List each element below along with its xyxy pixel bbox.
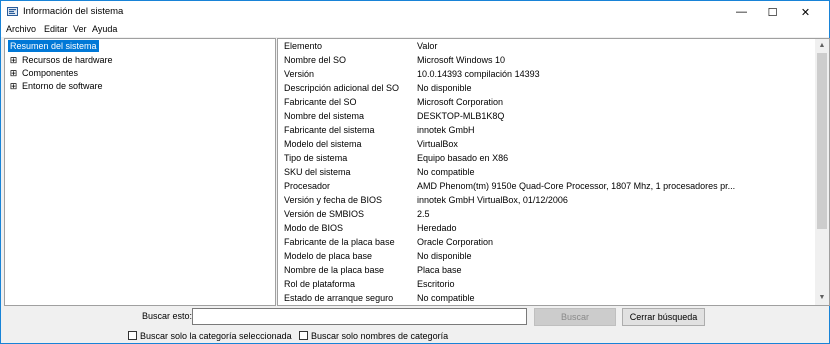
- row-element: Fabricante de la placa base: [284, 237, 395, 247]
- row-element: SKU del sistema: [284, 167, 351, 177]
- row-value: No compatible: [417, 167, 475, 177]
- menu-ayuda[interactable]: Ayuda: [92, 24, 117, 34]
- close-button[interactable]: ✕: [791, 1, 820, 23]
- table-row[interactable]: Estado de arranque seguro No compatible: [278, 291, 813, 305]
- row-value: DESKTOP-MLB1K8Q: [417, 111, 505, 121]
- row-value: AMD Phenom(tm) 9150e Quad-Core Processor…: [417, 181, 736, 191]
- window-title: Información del sistema: [23, 6, 124, 17]
- tree-item-label: Componentes: [22, 68, 79, 78]
- tree-item-label: Entorno de software: [22, 81, 103, 91]
- row-value: innotek GmbH VirtualBox, 01/12/2006: [417, 195, 568, 205]
- search-category-names-checkbox[interactable]: [299, 331, 308, 340]
- maximize-button[interactable]: ☐: [758, 1, 787, 23]
- table-row[interactable]: Rol de plataforma Escritorio: [278, 277, 813, 291]
- row-element: Versión de SMBIOS: [284, 209, 365, 219]
- column-header-value[interactable]: Valor: [417, 41, 437, 51]
- row-element: Fabricante del sistema: [284, 125, 375, 135]
- row-value: Equipo basado en X86: [417, 153, 509, 163]
- close-search-button[interactable]: Cerrar búsqueda: [622, 308, 705, 326]
- minimize-icon: —: [736, 6, 747, 18]
- row-value: Oracle Corporation: [417, 237, 494, 247]
- table-row[interactable]: Procesador AMD Phenom(tm) 9150e Quad-Core…: [278, 179, 813, 193]
- row-element: Nombre del SO: [284, 55, 347, 65]
- table-row[interactable]: Descripción adicional del SO No disponibl…: [278, 81, 813, 95]
- expand-icon[interactable]: ⊞: [9, 67, 18, 79]
- search-input[interactable]: [192, 308, 527, 325]
- checkbox-label: Buscar solo nombres de categoría: [311, 331, 449, 341]
- row-element: Nombre de la placa base: [284, 265, 385, 275]
- table-row[interactable]: Tipo de sistema Equipo basado en X86: [278, 151, 813, 165]
- expand-icon[interactable]: ⊞: [9, 54, 18, 66]
- search-label: Buscar esto:: [142, 311, 193, 321]
- menu-archivo[interactable]: Archivo: [6, 24, 36, 34]
- scroll-thumb[interactable]: [817, 53, 827, 229]
- column-header-element[interactable]: Elemento: [284, 41, 322, 51]
- tree-item-label: Recursos de hardware: [22, 55, 113, 65]
- table-row[interactable]: Fabricante de la placa base Oracle Corpor…: [278, 235, 813, 249]
- row-value: Escritorio: [417, 279, 455, 289]
- checkbox-label: Buscar solo la categoría seleccionada: [140, 331, 292, 341]
- scroll-up-icon[interactable]: ▲: [815, 39, 829, 53]
- maximize-icon: ☐: [767, 6, 778, 19]
- vertical-scrollbar[interactable]: ▲ ▼: [815, 39, 829, 305]
- row-element: Modelo de placa base: [284, 251, 373, 261]
- row-value: 10.0.14393 compilación 14393: [417, 69, 540, 79]
- main-window: Información del sistema — ☐ ✕ Archivo Ed…: [0, 0, 830, 344]
- row-value: No disponible: [417, 251, 472, 261]
- row-element: Rol de plataforma: [284, 279, 356, 289]
- table-row[interactable]: Modelo del sistema VirtualBox: [278, 137, 813, 151]
- table-row[interactable]: Modelo de placa base No disponible: [278, 249, 813, 263]
- row-element: Versión y fecha de BIOS: [284, 195, 383, 205]
- search-selected-category-checkbox[interactable]: [128, 331, 137, 340]
- table-row[interactable]: Fabricante del SO Microsoft Corporation: [278, 95, 813, 109]
- row-value: No compatible: [417, 293, 475, 303]
- table-row[interactable]: Versión y fecha de BIOS innotek GmbH Virt…: [278, 193, 813, 207]
- category-tree: Resumen del sistema ⊞ Recursos de hardwa…: [4, 38, 276, 306]
- table-row[interactable]: Versión de SMBIOS 2.5: [278, 207, 813, 221]
- expand-icon[interactable]: ⊞: [9, 80, 18, 92]
- table-row[interactable]: SKU del sistema No compatible: [278, 165, 813, 179]
- row-element: Modelo del sistema: [284, 139, 362, 149]
- table-row[interactable]: Nombre de la placa base Placa base: [278, 263, 813, 277]
- table-row[interactable]: Nombre del sistema DESKTOP-MLB1K8Q: [278, 109, 813, 123]
- system-info-icon: [7, 7, 18, 16]
- menu-editar[interactable]: Editar: [44, 24, 68, 34]
- row-value: Heredado: [417, 223, 457, 233]
- row-element: Modo de BIOS: [284, 223, 344, 233]
- row-element: Fabricante del SO: [284, 97, 357, 107]
- table-header: Elemento Valor: [278, 39, 813, 53]
- tree-item-system-summary[interactable]: Resumen del sistema: [8, 40, 99, 52]
- row-value: No disponible: [417, 83, 472, 93]
- row-element: Estado de arranque seguro: [284, 293, 394, 303]
- details-table: Elemento Valor Nombre del SO Microsoft Wi…: [277, 38, 830, 306]
- table-row[interactable]: Versión 10.0.14393 compilación 14393: [278, 67, 813, 81]
- row-element: Versión: [284, 69, 315, 79]
- row-element: Procesador: [284, 181, 331, 191]
- table-row[interactable]: Nombre del SO Microsoft Windows 10: [278, 53, 813, 67]
- row-element: Tipo de sistema: [284, 153, 348, 163]
- search-button[interactable]: Buscar: [534, 308, 616, 326]
- row-element: Nombre del sistema: [284, 111, 365, 121]
- row-value: innotek GmbH: [417, 125, 475, 135]
- row-element: Descripción adicional del SO: [284, 83, 400, 93]
- table-row[interactable]: Fabricante del sistema innotek GmbH: [278, 123, 813, 137]
- menu-ver[interactable]: Ver: [73, 24, 87, 34]
- title-bar: Información del sistema — ☐ ✕: [1, 1, 829, 23]
- menu-bar: Archivo Editar Ver Ayuda: [1, 23, 829, 37]
- minimize-button[interactable]: —: [727, 1, 756, 23]
- table-row[interactable]: Modo de BIOS Heredado: [278, 221, 813, 235]
- row-value: 2.5: [417, 209, 430, 219]
- search-selected-category-option[interactable]: Buscar solo la categoría seleccionada: [128, 330, 298, 342]
- scroll-down-icon[interactable]: ▼: [815, 291, 829, 305]
- row-value: Microsoft Windows 10: [417, 55, 506, 65]
- row-value: VirtualBox: [417, 139, 458, 149]
- search-category-names-option[interactable]: Buscar solo nombres de categoría: [299, 330, 459, 342]
- row-value: Microsoft Corporation: [417, 97, 504, 107]
- row-value: Placa base: [417, 265, 462, 275]
- close-icon: ✕: [800, 6, 811, 19]
